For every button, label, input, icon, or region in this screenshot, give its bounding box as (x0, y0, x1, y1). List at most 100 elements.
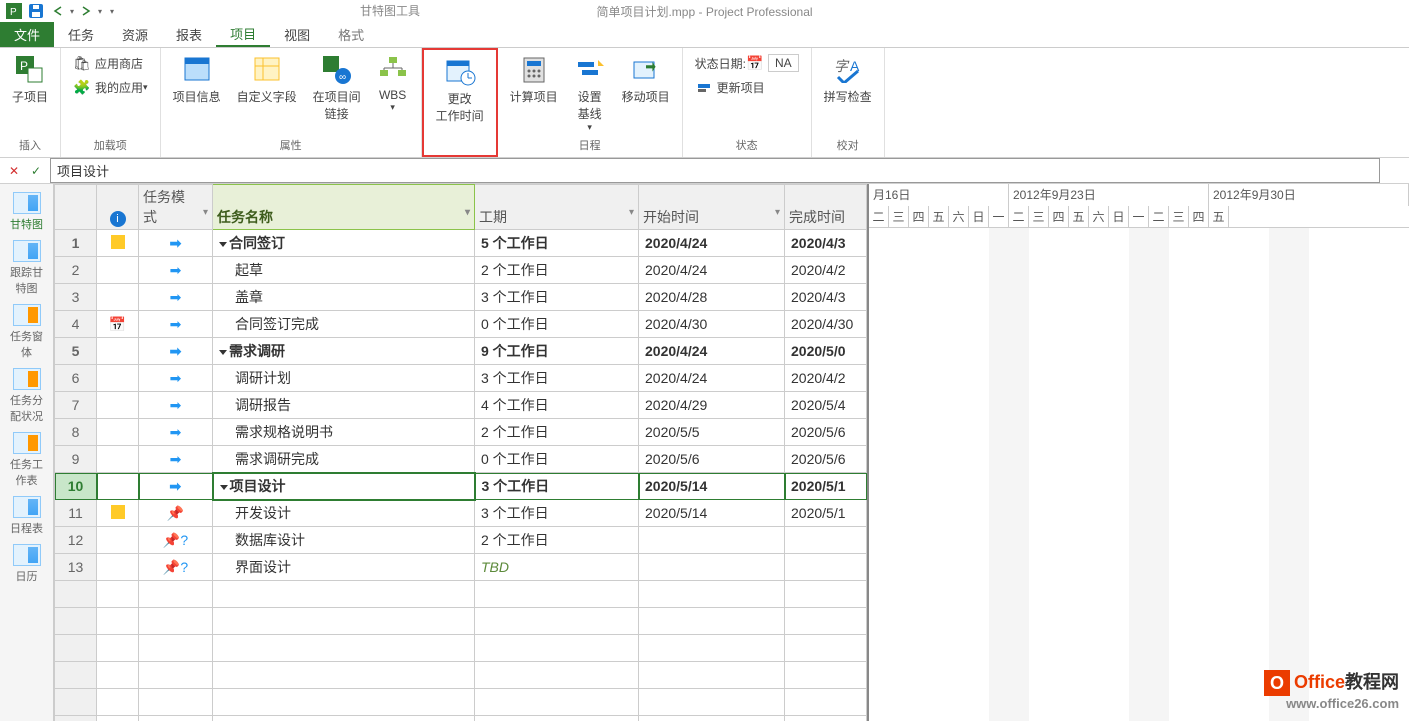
row-number[interactable]: 6 (55, 365, 97, 392)
mode-cell[interactable]: 📌? (139, 527, 213, 554)
task-row[interactable]: 7➡调研报告4 个工作日2020/4/292020/5/4 (55, 392, 867, 419)
duration-cell[interactable]: 3 个工作日 (475, 500, 639, 527)
task-row[interactable]: 2➡起草2 个工作日2020/4/242020/4/2 (55, 257, 867, 284)
finish-cell[interactable] (785, 554, 867, 581)
mode-cell[interactable]: 📌? (139, 554, 213, 581)
start-cell[interactable]: 2020/5/5 (639, 419, 785, 446)
redo-dropdown-icon[interactable]: ▾ (98, 7, 102, 16)
start-cell[interactable]: 2020/4/24 (639, 338, 785, 365)
view-task-usage[interactable]: 任务分 配状况 (0, 366, 53, 426)
start-cell[interactable]: 2020/4/30 (639, 311, 785, 338)
mode-cell[interactable]: ➡ (139, 473, 213, 500)
indicator-cell[interactable] (97, 500, 139, 527)
task-table[interactable]: i 任务模 式▾ 任务名称▾ 工期▾ 开始时间▾ 完成时间 1➡合同签订5 个工… (54, 184, 867, 721)
finish-cell[interactable] (785, 527, 867, 554)
view-tracking-gantt[interactable]: 跟踪甘 特图 (0, 238, 53, 298)
finish-cell[interactable]: 2020/5/4 (785, 392, 867, 419)
move-project-button[interactable]: 移动项目 (618, 52, 674, 107)
name-cell[interactable]: 开发设计 (213, 500, 475, 527)
mode-cell[interactable]: 📌 (139, 500, 213, 527)
tab-view[interactable]: 视图 (270, 22, 324, 47)
view-calendar[interactable]: 日历 (0, 542, 53, 586)
duration-cell[interactable]: 0 个工作日 (475, 446, 639, 473)
indicator-cell[interactable] (97, 365, 139, 392)
row-number[interactable]: 5 (55, 338, 97, 365)
finish-cell[interactable]: 2020/5/6 (785, 419, 867, 446)
mode-cell[interactable]: ➡ (139, 230, 213, 257)
duration-cell[interactable]: 2 个工作日 (475, 527, 639, 554)
name-cell[interactable]: 需求规格说明书 (213, 419, 475, 446)
row-number[interactable]: 4 (55, 311, 97, 338)
name-cell[interactable]: 数据库设计 (213, 527, 475, 554)
name-cell[interactable]: 合同签订完成 (213, 311, 475, 338)
start-cell[interactable]: 2020/5/14 (639, 500, 785, 527)
duration-cell[interactable]: TBD (475, 554, 639, 581)
duration-cell[interactable]: 4 个工作日 (475, 392, 639, 419)
indicator-cell[interactable] (97, 473, 139, 500)
view-timeline[interactable]: 日程表 (0, 494, 53, 538)
task-row[interactable]: 11 📌开发设计3 个工作日2020/5/142020/5/1 (55, 500, 867, 527)
task-row[interactable]: 4📅➡合同签订完成0 个工作日2020/4/302020/4/30 (55, 311, 867, 338)
mode-cell[interactable]: ➡ (139, 365, 213, 392)
save-icon[interactable] (28, 3, 44, 19)
start-cell[interactable]: 2020/5/14 (639, 473, 785, 500)
empty-row[interactable] (55, 635, 867, 662)
duration-cell[interactable]: 2 个工作日 (475, 257, 639, 284)
start-cell[interactable]: 2020/4/28 (639, 284, 785, 311)
start-cell[interactable] (639, 527, 785, 554)
row-number[interactable]: 10 (55, 473, 97, 500)
name-cell[interactable]: 调研报告 (213, 392, 475, 419)
finish-cell[interactable]: 2020/5/1 (785, 500, 867, 527)
finish-cell[interactable]: 2020/5/1 (785, 473, 867, 500)
empty-row[interactable] (55, 581, 867, 608)
row-number[interactable]: 9 (55, 446, 97, 473)
row-number[interactable]: 8 (55, 419, 97, 446)
tab-resource[interactable]: 资源 (108, 22, 162, 47)
collapse-icon[interactable] (220, 485, 228, 490)
duration-cell[interactable]: 3 个工作日 (475, 365, 639, 392)
filter-icon[interactable]: ▾ (465, 207, 470, 218)
name-cell[interactable]: 需求调研完成 (213, 446, 475, 473)
finish-cell[interactable]: 2020/4/3 (785, 284, 867, 311)
app-store-button[interactable]: 🛍应用商店 (69, 52, 152, 74)
indicator-cell[interactable] (97, 338, 139, 365)
status-date-control[interactable]: 状态日期: 📅 NA (691, 52, 803, 74)
name-cell[interactable]: 界面设计 (213, 554, 475, 581)
row-number[interactable]: 13 (55, 554, 97, 581)
header-task-mode[interactable]: 任务模 式▾ (139, 185, 213, 230)
qat-custom-dropdown-icon[interactable]: ▾ (110, 7, 114, 16)
task-row[interactable]: 6➡调研计划3 个工作日2020/4/242020/4/2 (55, 365, 867, 392)
duration-cell[interactable]: 0 个工作日 (475, 311, 639, 338)
task-row[interactable]: 9➡需求调研完成0 个工作日2020/5/62020/5/6 (55, 446, 867, 473)
name-cell[interactable]: 盖章 (213, 284, 475, 311)
empty-row[interactable] (55, 608, 867, 635)
view-gantt[interactable]: 甘特图 (0, 190, 53, 234)
my-apps-button[interactable]: 🧩我的应用 ▾ (69, 76, 152, 98)
mode-cell[interactable]: ➡ (139, 446, 213, 473)
start-cell[interactable]: 2020/4/24 (639, 365, 785, 392)
start-cell[interactable]: 2020/4/24 (639, 257, 785, 284)
view-task-form[interactable]: 任务窗 体 (0, 302, 53, 362)
indicator-cell[interactable] (97, 446, 139, 473)
task-row[interactable]: 13 📌?界面设计TBD (55, 554, 867, 581)
set-baseline-button[interactable]: 设置 基线▾ (570, 52, 610, 135)
filter-icon[interactable]: ▾ (203, 207, 208, 218)
start-cell[interactable] (639, 554, 785, 581)
row-number[interactable]: 1 (55, 230, 97, 257)
indicator-cell[interactable]: 📅 (97, 311, 139, 338)
header-corner[interactable] (55, 185, 97, 230)
wbs-button[interactable]: WBS▾ (373, 52, 413, 115)
task-row[interactable]: 3➡盖章3 个工作日2020/4/282020/4/3 (55, 284, 867, 311)
finish-cell[interactable]: 2020/4/2 (785, 365, 867, 392)
row-number[interactable]: 11 (55, 500, 97, 527)
undo-icon[interactable] (50, 3, 66, 19)
redo-icon[interactable] (78, 3, 94, 19)
update-project-button[interactable]: 更新项目 (691, 76, 803, 98)
empty-row[interactable] (55, 716, 867, 721)
gantt-chart[interactable]: 月16日 2012年9月23日 2012年9月30日 二三四五六日一二三四五六日… (867, 184, 1409, 721)
duration-cell[interactable]: 2 个工作日 (475, 419, 639, 446)
tab-report[interactable]: 报表 (162, 22, 216, 47)
start-cell[interactable]: 2020/5/6 (639, 446, 785, 473)
header-start[interactable]: 开始时间▾ (639, 185, 785, 230)
spelling-button[interactable]: 字A拼写检查 (820, 52, 876, 107)
